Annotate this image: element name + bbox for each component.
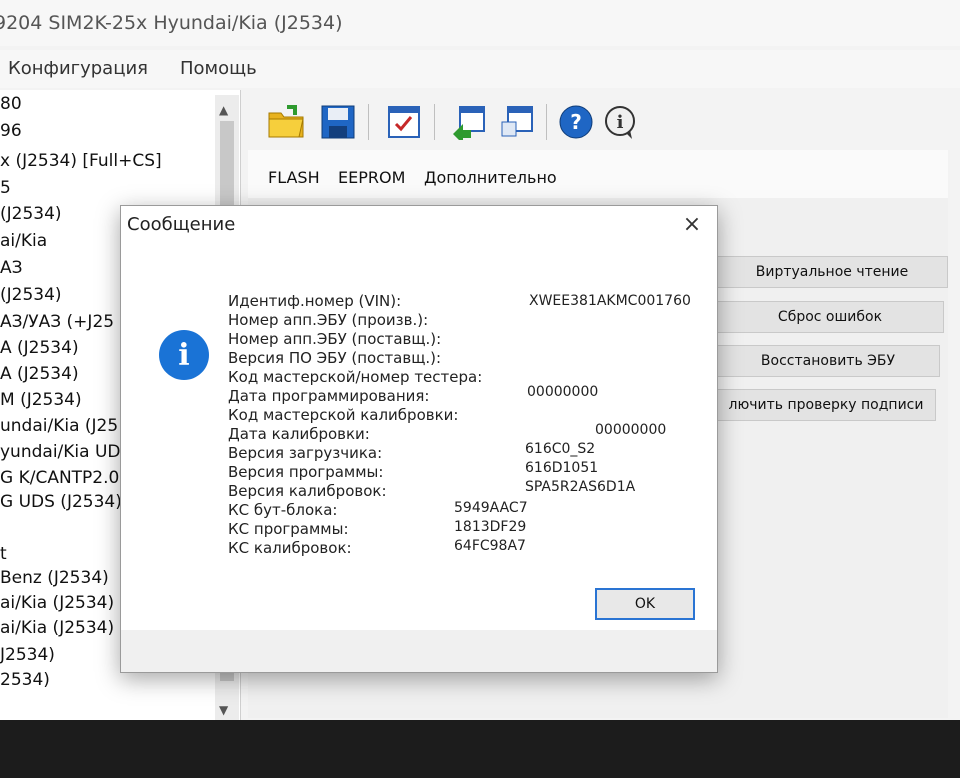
screen: 9204 SIM2K-25x Hyundai/Kia (J2534) Конфи… <box>0 0 960 754</box>
field-label: Код мастерской/номер тестера: <box>228 368 483 386</box>
scroll-down-icon[interactable]: ▼ <box>219 703 228 717</box>
checklist-icon[interactable] <box>384 102 424 142</box>
information-icon: i <box>159 330 209 380</box>
toolbar-separator <box>434 104 435 140</box>
ecu-write-icon[interactable] <box>496 102 536 142</box>
toolbar: ? i <box>248 98 948 148</box>
field-value: XWEE381AKMC001760 <box>529 293 691 309</box>
scroll-up-icon[interactable]: ▲ <box>219 103 228 117</box>
field-label: Идентиф.номер (VIN): <box>228 292 402 310</box>
tree-item[interactable]: А (J2534) <box>0 338 79 358</box>
menu-bar: Конфигурация Помощь <box>0 50 960 88</box>
tree-item[interactable]: yundai/Kia UDS <box>0 442 131 462</box>
field-value: 1813DF29 <box>454 519 527 535</box>
save-icon[interactable] <box>318 102 358 142</box>
tree-item[interactable]: G K/CANTP2.0 <box>0 468 119 488</box>
tree-item[interactable]: 80 <box>0 94 22 114</box>
field-value: 00000000 <box>527 384 599 400</box>
svg-text:i: i <box>617 112 624 133</box>
tree-item[interactable]: G UDS (J2534) <box>0 492 122 512</box>
tree-item[interactable]: x (J2534) [Full+CS] <box>0 151 162 171</box>
tab-additional[interactable]: Дополнительно <box>424 168 557 187</box>
field-label: КС программы: <box>228 520 349 538</box>
tree-item[interactable]: М (J2534) <box>0 390 82 410</box>
field-label: Версия загрузчика: <box>228 444 383 462</box>
help-icon[interactable]: ? <box>556 102 596 142</box>
tree-item[interactable]: ai/Kia <box>0 231 47 251</box>
tree-item[interactable]: АЗ <box>0 258 23 278</box>
virtual-read-button[interactable]: Виртуальное чтение <box>716 256 948 288</box>
field-label: Версия программы: <box>228 463 384 481</box>
tree-item[interactable]: АЗ/УАЗ (+J25 <box>0 312 114 332</box>
tree-item[interactable]: Benz (J2534) <box>0 568 109 588</box>
field-value: 5949AAC7 <box>454 500 528 516</box>
field-label: КС калибровок: <box>228 539 352 557</box>
tree-item[interactable]: t <box>0 544 7 564</box>
field-label: Номер апп.ЭБУ (произв.): <box>228 311 429 329</box>
ok-button[interactable]: OK <box>595 588 695 620</box>
tree-item[interactable]: А (J2534) <box>0 364 79 384</box>
disable-signature-check-button[interactable]: лючить проверку подписи <box>716 389 936 421</box>
tree-item[interactable]: ai/Kia (J2534) <box>0 593 114 613</box>
field-value: 00000000 <box>595 422 667 438</box>
open-folder-icon[interactable] <box>266 102 306 142</box>
field-value: 616C0_S2 <box>525 441 596 457</box>
tree-item[interactable]: (J2534) <box>0 285 62 305</box>
field-label: КС бут-блока: <box>228 501 338 519</box>
dialog-body: i Идентиф.номер (VIN): XWEE381AKMC001760… <box>121 250 717 630</box>
monitor-bezel <box>0 720 960 778</box>
svg-text:?: ? <box>570 110 582 134</box>
mode-tabs: FLASH EEPROM Дополнительно <box>248 150 948 199</box>
menu-help[interactable]: Помощь <box>180 58 257 79</box>
field-label: Дата калибровки: <box>228 425 370 443</box>
dialog-title: Сообщение <box>127 214 236 235</box>
toolbar-separator <box>546 104 547 140</box>
message-dialog: Сообщение × i Идентиф.номер (VIN): XWEE3… <box>120 205 718 673</box>
tab-flash[interactable]: FLASH <box>268 168 320 187</box>
tree-item[interactable]: J2534) <box>0 645 55 665</box>
field-label: Версия ПО ЭБУ (поставщ.): <box>228 349 442 367</box>
dialog-header: Сообщение × <box>121 206 717 250</box>
tree-item[interactable]: undai/Kia (J25 <box>0 416 118 436</box>
tree-item[interactable]: 96 <box>0 121 22 141</box>
field-value: 616D1051 <box>525 460 599 476</box>
dialog-footer: OK <box>121 588 717 672</box>
field-label: Код мастерской калибровки: <box>228 406 459 424</box>
window-title: 9204 SIM2K-25x Hyundai/Kia (J2534) <box>0 12 343 34</box>
tree-item[interactable]: 2534) <box>0 670 50 690</box>
field-label: Номер апп.ЭБУ (поставщ.): <box>228 330 442 348</box>
tree-item[interactable]: ai/Kia (J2534) <box>0 618 114 638</box>
restore-ecu-button[interactable]: Восстановить ЭБУ <box>716 345 940 377</box>
field-label: Дата программирования: <box>228 387 430 405</box>
field-label: Версия калибровок: <box>228 482 387 500</box>
tab-eeprom[interactable]: EEPROM <box>338 168 405 187</box>
tree-item[interactable]: (J2534) <box>0 204 62 224</box>
field-value: SPA5R2AS6D1A <box>525 479 636 495</box>
close-icon[interactable]: × <box>677 212 707 237</box>
ecu-read-icon[interactable] <box>448 102 488 142</box>
toolbar-separator <box>368 104 369 140</box>
title-bar: 9204 SIM2K-25x Hyundai/Kia (J2534) <box>0 0 960 46</box>
info-icon[interactable]: i <box>600 102 640 142</box>
clear-errors-button[interactable]: Сброс ошибок <box>716 301 944 333</box>
menu-configuration[interactable]: Конфигурация <box>8 58 148 79</box>
tree-item[interactable]: 5 <box>0 178 11 198</box>
field-value: 64FC98A7 <box>454 538 526 554</box>
